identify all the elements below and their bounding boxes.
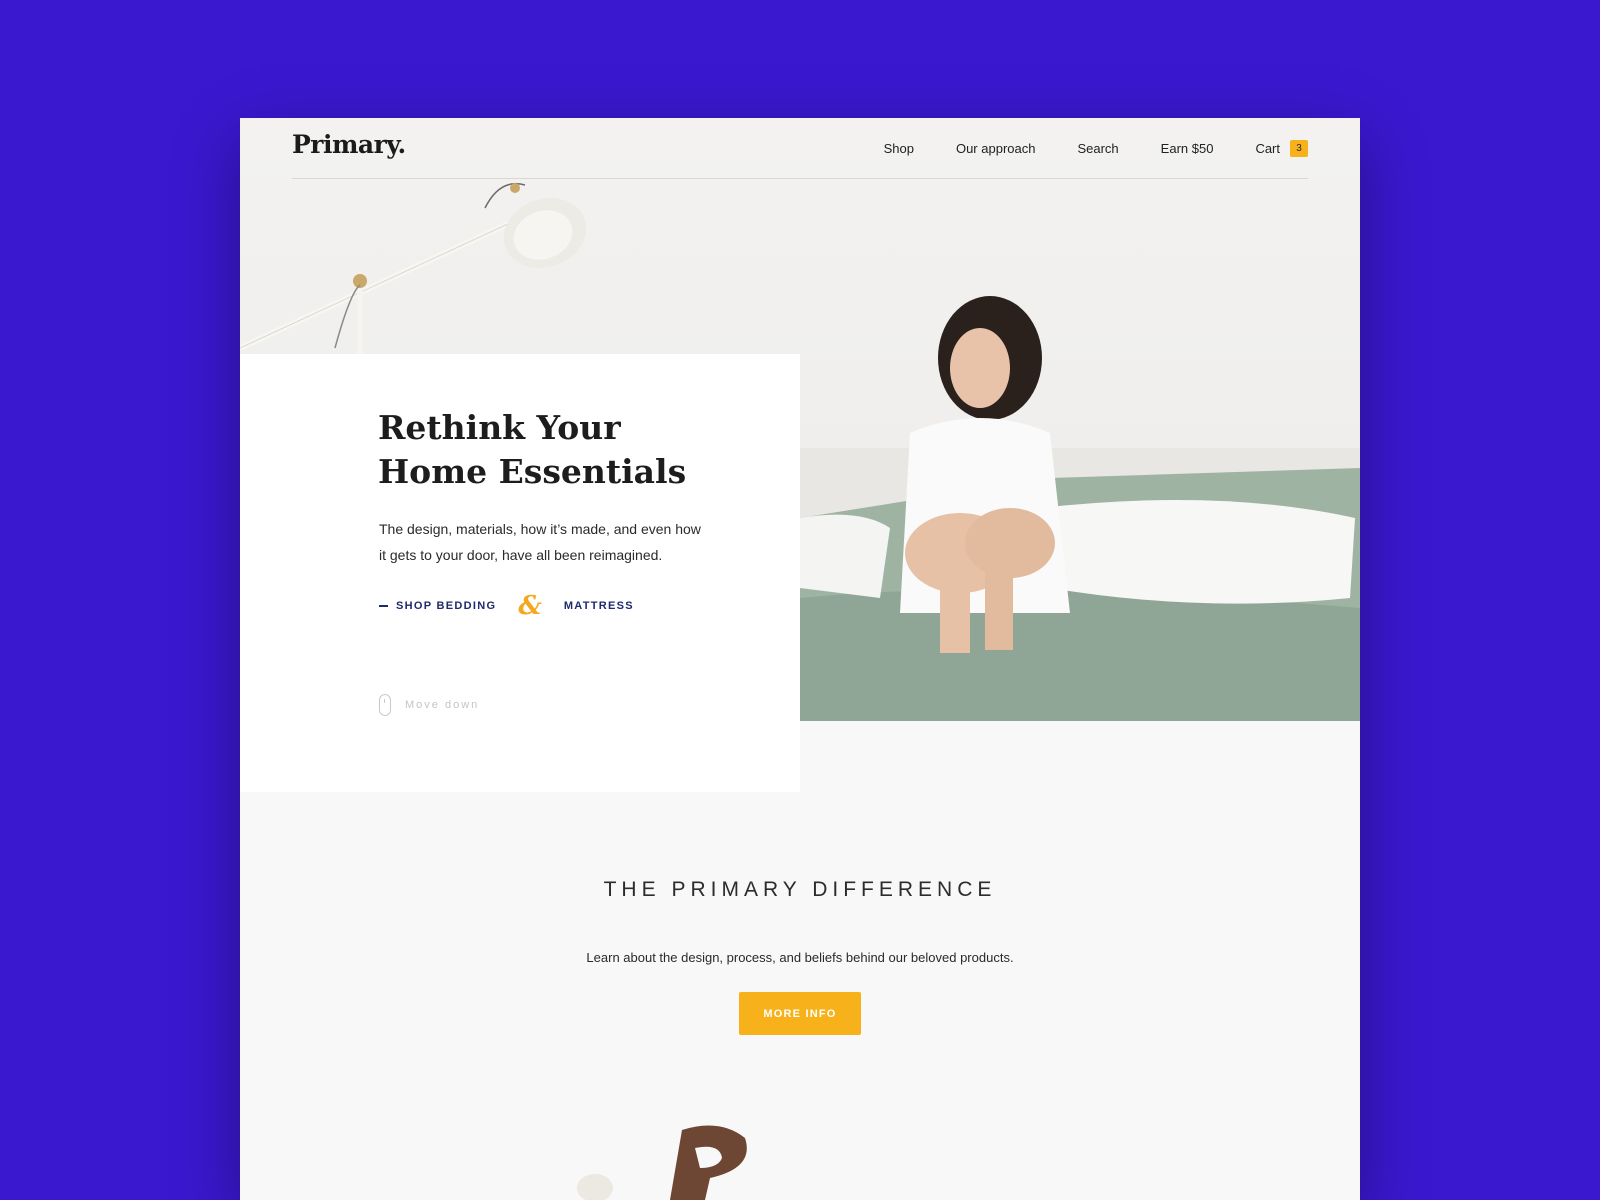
hero-description: The design, materials, how it’s made, an… <box>379 521 701 563</box>
hero-card: Rethink Your Home Essentials The design,… <box>240 354 800 792</box>
difference-description: Learn about the design, process, and bel… <box>586 950 1014 965</box>
brand-logo[interactable]: Primary. <box>292 130 406 159</box>
ampersand-glyph: & <box>518 591 542 621</box>
woman-illustration <box>900 296 1070 653</box>
difference-title: THE PRIMARY DIFFERENCE <box>603 878 997 901</box>
nav-shop[interactable]: Shop <box>884 141 914 156</box>
main-navigation: Shop Our approach Search Earn $50 Cart 3 <box>884 140 1308 157</box>
nav-cart[interactable]: Cart 3 <box>1255 140 1308 157</box>
nav-earn-50[interactable]: Earn $50 <box>1161 141 1214 156</box>
scroll-hint[interactable]: Move down <box>379 694 479 716</box>
hero-links: SHOP BEDDING & MATTRESS <box>379 591 634 621</box>
more-info-button[interactable]: MORE INFO <box>739 992 861 1035</box>
mattress-link[interactable]: MATTRESS <box>564 600 634 612</box>
shop-bedding-link[interactable]: SHOP BEDDING <box>396 600 496 612</box>
scroll-hint-label: Move down <box>405 699 480 711</box>
dash-icon <box>379 605 388 607</box>
website-frame: Primary. Shop Our approach Search Earn $… <box>240 118 1360 1200</box>
mouse-scroll-icon <box>379 694 391 716</box>
cart-count-badge: 3 <box>1290 140 1308 157</box>
hero-headline: Rethink Your Home Essentials <box>378 408 687 491</box>
cart-label: Cart <box>1255 141 1280 156</box>
site-header: Primary. Shop Our approach Search Earn $… <box>292 118 1308 179</box>
decorative-letter-illustration <box>577 1125 747 1200</box>
nav-our-approach[interactable]: Our approach <box>956 141 1036 156</box>
nav-search[interactable]: Search <box>1077 141 1118 156</box>
